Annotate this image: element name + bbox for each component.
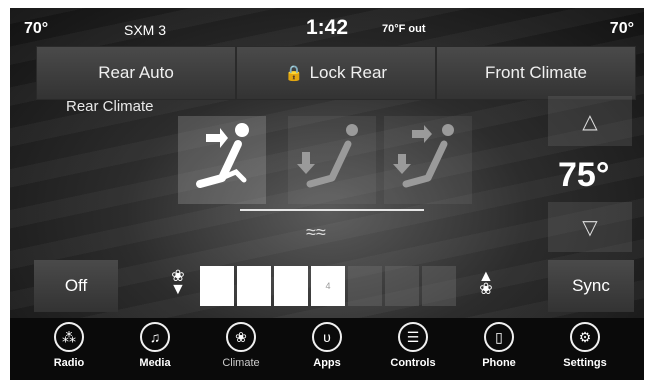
apps-icon: υ (312, 322, 342, 352)
radio-station[interactable]: SXM 3 (124, 22, 166, 38)
driver-temp[interactable]: 70° (24, 20, 48, 38)
dock-apps[interactable]: υ Apps (284, 318, 370, 380)
dock-label: Apps (313, 357, 341, 369)
dock-climate[interactable]: ❀ Climate (198, 318, 284, 380)
dock-label: Controls (390, 357, 436, 369)
fan-speed-segment[interactable] (274, 266, 308, 306)
settings-icon: ⚙ (570, 322, 600, 352)
dock-label: Climate (222, 357, 260, 369)
off-button[interactable]: Off (34, 260, 118, 312)
dock-label: Phone (482, 357, 516, 369)
chevron-down-icon: ▼ (170, 281, 186, 298)
dock-label: Settings (563, 357, 607, 369)
triangle-up-icon: △ (582, 110, 598, 133)
seat-floor-airflow-icon (297, 124, 358, 188)
temperature-setpoint: 75° (558, 156, 610, 194)
section-title: Rear Climate (66, 98, 154, 115)
passenger-temp[interactable]: 70° (610, 20, 634, 38)
seat-face-airflow-icon (196, 123, 249, 188)
tab-label: Front Climate (484, 63, 588, 82)
dock-settings[interactable]: ⚙ Settings (542, 318, 628, 380)
tab-label: Lock Rear (309, 63, 388, 82)
fan-speed-segment[interactable] (422, 266, 456, 306)
fan-speed-segment[interactable] (385, 266, 419, 306)
status-bar: 70° SXM 3 1:42 70°F out 70° (10, 8, 644, 42)
lock-icon: 🔒 (284, 65, 304, 82)
media-icon: ♫ (140, 322, 170, 352)
fan-speed-segment[interactable] (200, 266, 234, 306)
off-label: Off (64, 276, 88, 295)
mode-floor-button[interactable] (288, 116, 376, 204)
fan-speed-segment[interactable]: 4 (311, 266, 345, 306)
dock-phone[interactable]: ▯ Phone (456, 318, 542, 380)
fan-speed-segment[interactable] (237, 266, 271, 306)
outside-temp: 70°F out (382, 23, 426, 35)
tab-front-climate[interactable]: Front Climate (436, 46, 636, 100)
clock: 1:42 (306, 16, 349, 39)
controls-icon: ☰ (398, 322, 428, 352)
climate-tabs: Rear Auto 🔒 Lock Rear Front Climate (36, 46, 636, 100)
dock-media[interactable]: ♫ Media (112, 318, 198, 380)
mode-face-button[interactable] (178, 116, 266, 204)
seat-bilevel-airflow-icon (393, 124, 454, 188)
triangle-down-icon: ▽ (582, 216, 598, 239)
tab-label: Rear Auto (98, 63, 174, 82)
temp-down-button[interactable]: ▽ (548, 202, 632, 252)
fan-increase-button[interactable]: ▲ ❀ (478, 269, 494, 298)
temp-up-button[interactable]: △ (548, 96, 632, 146)
fan-speed-bar[interactable]: 4 (200, 266, 459, 306)
seat-heat-icon[interactable]: ≈≈ (306, 222, 326, 243)
fan-decrease-button[interactable]: ❀ ▼ (170, 269, 186, 298)
mode-divider (240, 209, 424, 211)
dock-controls[interactable]: ☰ Controls (370, 318, 456, 380)
mode-bilevel-button[interactable] (384, 116, 472, 204)
dock-label: Radio (53, 357, 85, 369)
radio-icon: ⁂ (54, 322, 84, 352)
tab-rear-auto[interactable]: Rear Auto (36, 46, 236, 100)
fan-speed-segment[interactable] (348, 266, 382, 306)
tab-lock-rear[interactable]: 🔒 Lock Rear (236, 46, 436, 100)
sync-label: Sync (572, 276, 610, 295)
climate-screen: 70° SXM 3 1:42 70°F out 70° Rear Auto 🔒 … (10, 8, 644, 380)
bottom-dock: ⁂ Radio ♫ Media ❀ Climate υ Apps ☰ Contr… (10, 318, 644, 380)
sync-button[interactable]: Sync (548, 260, 634, 312)
phone-icon: ▯ (484, 322, 514, 352)
dock-radio[interactable]: ⁂ Radio (26, 318, 112, 380)
climate-icon: ❀ (226, 322, 256, 352)
fan-icon: ❀ (479, 281, 493, 298)
dock-label: Media (139, 357, 171, 369)
